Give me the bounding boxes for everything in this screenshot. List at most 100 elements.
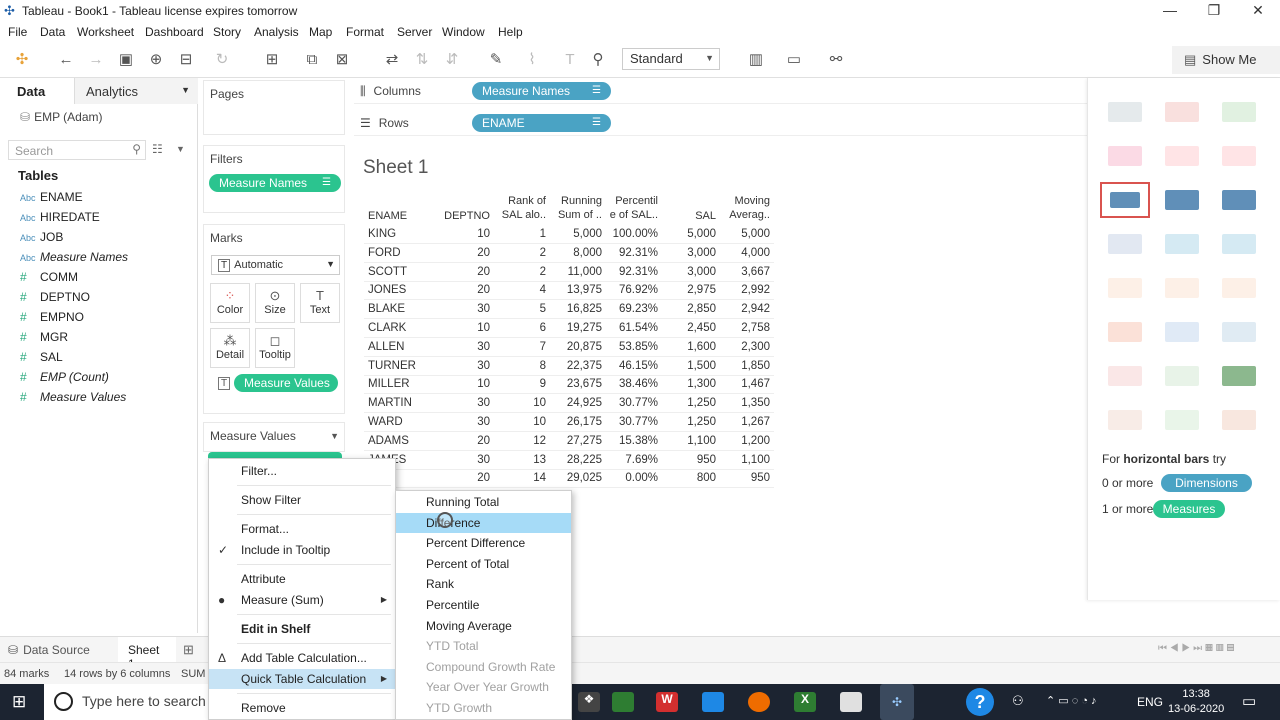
filters-shelf[interactable]: Filters Measure Names ☰ [203, 145, 345, 213]
submenu-item[interactable]: Percent of Total [396, 554, 571, 574]
submenu-item[interactable]: Percent Difference [396, 533, 571, 553]
wps-icon[interactable]: W [656, 692, 678, 712]
menu-item[interactable]: Format... [209, 519, 395, 539]
chart-type-thumbnail[interactable] [1100, 226, 1150, 262]
tab-analytics[interactable]: Analytics ▼ [74, 78, 198, 104]
menu-item[interactable]: ● Measure (Sum) ▶ [209, 590, 395, 610]
tableau-home-icon[interactable]: ✣ [12, 50, 32, 70]
column-header[interactable]: SAL [666, 209, 716, 223]
highlight-icon[interactable]: ✎ [486, 50, 506, 70]
column-header[interactable]: ENAME [368, 209, 428, 223]
chevron-down-icon[interactable]: ▼ [176, 144, 185, 154]
fix-axes-icon[interactable]: ⚲ [588, 50, 608, 70]
help-icon[interactable]: ? [966, 688, 994, 716]
window-app-icon[interactable] [840, 692, 862, 712]
menu-data[interactable]: Data [40, 25, 65, 39]
submenu-item[interactable]: Moving Average [396, 616, 571, 636]
column-header[interactable]: Percentil e of SAL.. [602, 194, 658, 222]
tab-nav-icons[interactable]: ⏮ ◀ ▶ ⏭ ▦ ▥ ▤ [1158, 643, 1235, 654]
menu-item[interactable]: Quick Table Calculation ▶ [209, 669, 395, 689]
table-cell[interactable]: WARD [368, 413, 428, 431]
chart-type-thumbnail[interactable] [1100, 138, 1150, 174]
table-cell[interactable]: JONES [368, 281, 428, 299]
chart-type-thumbnail[interactable] [1214, 402, 1264, 438]
chart-type-thumbnail[interactable] [1214, 314, 1264, 350]
field-item[interactable]: Abc JOB [20, 230, 63, 248]
new-datasource-icon[interactable]: ⊕ [146, 50, 166, 70]
field-item[interactable]: Abc HIREDATE [20, 210, 100, 228]
field-item[interactable]: # EMPNO [20, 310, 84, 328]
swap-icon[interactable]: ⇄ [382, 50, 402, 70]
datasource-item[interactable]: ⛁ EMP (Adam) [20, 110, 103, 124]
menu-help[interactable]: Help [498, 25, 523, 39]
taskbar-clock[interactable]: 13:38 13-06-2020 [1168, 687, 1224, 717]
chart-type-thumbnail[interactable] [1214, 138, 1264, 174]
marks-pill-measure-values[interactable]: Measure Values [234, 374, 338, 392]
filter-pill-measure-names[interactable]: Measure Names ☰ [209, 174, 341, 192]
sort-desc-icon[interactable]: ⇵ [442, 50, 462, 70]
field-item[interactable]: # COMM [20, 270, 78, 288]
mail-icon[interactable] [702, 692, 724, 712]
field-search-input[interactable]: Search ⚲ [8, 140, 146, 160]
sort-asc-icon[interactable]: ⇅ [412, 50, 432, 70]
menu-item[interactable]: Δ Add Table Calculation... [209, 648, 395, 668]
tableau-taskbar-icon[interactable]: ✣ [880, 684, 914, 720]
new-worksheet-icon[interactable]: ⊞ [262, 50, 282, 70]
new-sheet-icon[interactable]: ⊞ [183, 642, 194, 658]
chart-type-thumbnail[interactable] [1100, 270, 1150, 306]
menu-item[interactable]: ✓ Include in Tooltip [209, 540, 395, 560]
chevron-down-icon[interactable]: ▼ [330, 431, 339, 441]
tray-icons[interactable]: ⌃ ▭ ◌ ◔ ♪ [1046, 694, 1097, 707]
chart-type-thumbnail[interactable] [1157, 94, 1207, 130]
chart-type-thumbnail[interactable] [1157, 138, 1207, 174]
field-item[interactable]: Abc Measure Names [20, 250, 128, 268]
menu-item[interactable]: Show Filter [209, 490, 395, 510]
excel-icon[interactable]: X [794, 692, 816, 712]
dropbox-icon[interactable]: ❖ [578, 692, 600, 712]
table-cell[interactable]: MARTIN [368, 394, 428, 412]
chart-type-thumbnail[interactable] [1157, 402, 1207, 438]
submenu-item[interactable]: Difference [396, 512, 571, 533]
menu-item[interactable]: Edit in Shelf [209, 619, 395, 639]
tab-data[interactable]: Data [0, 78, 74, 104]
chart-type-thumbnail[interactable] [1157, 314, 1207, 350]
chart-type-thumbnail[interactable] [1214, 226, 1264, 262]
chart-type-thumbnail[interactable] [1214, 270, 1264, 306]
columns-shelf[interactable]: ⫼ Columns Measure Names ☰ [354, 80, 1087, 104]
taskbar-search-input[interactable]: Type here to search [44, 684, 214, 720]
field-item[interactable]: # EMP (Count) [20, 370, 109, 388]
field-item[interactable]: # DEPTNO [20, 290, 90, 308]
chart-type-thumbnail[interactable] [1214, 358, 1264, 394]
field-item[interactable]: # Measure Values [20, 390, 126, 408]
show-me-button[interactable]: ▤ Show Me [1172, 46, 1280, 74]
table-cell[interactable]: MILLER [368, 375, 428, 393]
menu-format[interactable]: Format [346, 25, 384, 39]
menu-window[interactable]: Window [442, 25, 485, 39]
clear-sheet-icon[interactable]: ⊠ [332, 50, 352, 70]
table-cell[interactable]: SCOTT [368, 263, 428, 281]
rows-shelf[interactable]: ☰ Rows ENAME ☰ [354, 112, 1087, 136]
notifications-icon[interactable]: ▭ [1242, 692, 1256, 710]
column-header[interactable]: Running Sum of .. [546, 194, 602, 222]
language-indicator[interactable]: ENG [1137, 695, 1163, 709]
maximize-button[interactable]: ❐ [1192, 0, 1236, 22]
save-icon[interactable]: ▣ [116, 50, 136, 70]
menu-item[interactable]: Attribute [209, 569, 395, 589]
people-icon[interactable]: ⚇ [1012, 693, 1024, 709]
field-item[interactable]: # MGR [20, 330, 68, 348]
tooltip-button[interactable]: ◻ Tooltip [255, 328, 295, 368]
windows-start-icon[interactable]: ⊞ [12, 692, 26, 712]
labels-icon[interactable]: T [560, 50, 580, 70]
share-icon[interactable]: ⚯ [826, 50, 846, 70]
duplicate-icon[interactable]: ⧉ [302, 50, 322, 70]
chart-type-thumbnail[interactable] [1100, 182, 1150, 218]
menu-file[interactable]: File [8, 25, 27, 39]
menu-item[interactable]: Remove [209, 698, 395, 718]
refresh-icon[interactable]: ↻ [212, 50, 232, 70]
presentation-mode-icon[interactable]: ▭ [784, 50, 804, 70]
column-header[interactable]: Moving Averag.. [714, 194, 770, 222]
forward-icon[interactable]: → [86, 50, 106, 70]
menu-server[interactable]: Server [397, 25, 432, 39]
table-cell[interactable]: FORD [368, 244, 428, 262]
size-button[interactable]: ⊙ Size [255, 283, 295, 323]
